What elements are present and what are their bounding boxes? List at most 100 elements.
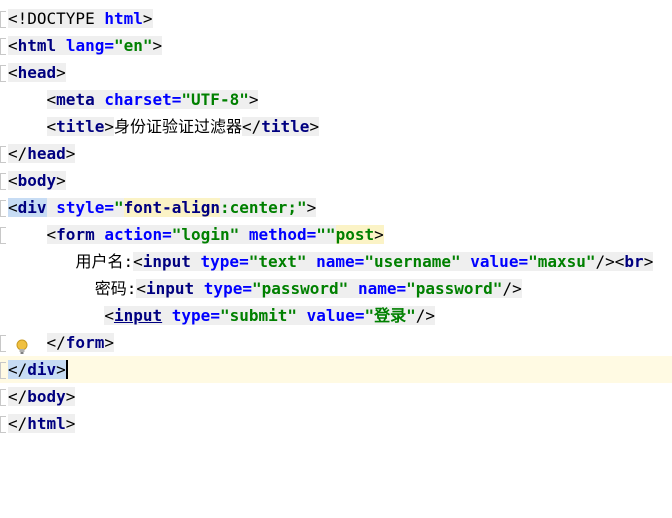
attribute-name: lang= xyxy=(65,36,114,55)
bracket: > xyxy=(374,225,384,244)
fold-marker-icon[interactable] xyxy=(0,11,6,28)
text-cursor xyxy=(65,360,68,379)
bracket: > xyxy=(152,36,163,55)
code-line-11[interactable]: 密码:<input type="password" name="password… xyxy=(0,275,672,302)
tag-name: title xyxy=(56,117,105,136)
lightbulb-icon[interactable] xyxy=(16,339,28,355)
stray-text: post xyxy=(335,225,375,244)
fold-marker-icon[interactable] xyxy=(0,38,6,55)
attribute-value: "password" xyxy=(406,279,503,298)
css-value: :center; xyxy=(219,198,298,217)
tag-name: div xyxy=(27,360,57,379)
code-line-12[interactable]: <input type="submit" value="登录"/> xyxy=(0,302,672,329)
tag-name: title xyxy=(261,117,310,136)
tag-name: meta xyxy=(56,90,95,109)
bracket: > xyxy=(56,171,66,190)
bracket: /> xyxy=(595,252,615,271)
attribute-name: action= xyxy=(104,225,172,244)
tag-name: input xyxy=(145,279,195,298)
code-line-3[interactable]: <head> xyxy=(0,59,672,86)
code-line-14[interactable]: </div> xyxy=(0,356,672,383)
attribute-value: "password" xyxy=(251,279,349,298)
bracket: > xyxy=(309,117,320,136)
quote: " xyxy=(113,198,124,217)
code-line-1[interactable]: <!DOCTYPE html> xyxy=(0,5,672,32)
tag-name: body xyxy=(17,171,57,190)
attribute-name: type= xyxy=(203,279,252,298)
bracket: < xyxy=(136,279,146,298)
code-line-7[interactable]: <body> xyxy=(0,167,672,194)
tag-name: head xyxy=(17,63,57,82)
bracket: </ xyxy=(8,144,28,163)
attribute-value: "UTF-8" xyxy=(181,90,249,109)
fold-marker-icon[interactable] xyxy=(0,227,6,244)
bracket: < xyxy=(8,171,18,190)
fold-marker-icon[interactable] xyxy=(0,416,6,433)
tag-name: div xyxy=(17,198,47,217)
bracket: < xyxy=(8,63,18,82)
bracket: </ xyxy=(8,360,28,379)
fold-marker-icon[interactable] xyxy=(0,389,6,406)
attribute-value: "en" xyxy=(113,36,153,55)
bracket: < xyxy=(46,225,57,244)
code-line-6[interactable]: </head> xyxy=(0,140,672,167)
code-line-9[interactable]: <form action="login" method=""post> xyxy=(0,221,672,248)
bracket: > xyxy=(65,144,76,163)
code-line-5[interactable]: <title>身份证验证过滤器</title> xyxy=(0,113,672,140)
attribute-name: method= xyxy=(248,225,317,244)
fold-marker-icon[interactable] xyxy=(0,65,6,82)
code-line-2[interactable]: <html lang="en"> xyxy=(0,32,672,59)
fold-marker-icon[interactable] xyxy=(0,335,6,352)
bracket: < xyxy=(8,198,18,217)
tag-name: input xyxy=(142,252,191,271)
css-property: font-align xyxy=(123,198,220,217)
attribute-value: "username" xyxy=(364,252,461,271)
bracket: < xyxy=(8,36,18,55)
tag-name: html xyxy=(17,36,57,55)
bracket: /> xyxy=(415,306,435,325)
code-line-8[interactable]: <div style="font-align:center;"> xyxy=(0,194,672,221)
attribute-name: name= xyxy=(357,279,407,298)
attribute-name: value= xyxy=(306,306,365,325)
attribute-value: "maxsu" xyxy=(528,252,596,271)
tag-name: input xyxy=(113,306,163,325)
bracket: < xyxy=(46,117,57,136)
bracket: <! xyxy=(8,9,28,28)
code-line-16[interactable]: </html> xyxy=(0,410,672,437)
bracket: /> xyxy=(502,279,522,298)
doctype-value: html xyxy=(104,9,143,28)
attribute-value: "登录" xyxy=(364,306,416,325)
bracket: > xyxy=(56,63,66,82)
tag-name: html xyxy=(27,414,66,433)
bracket: > xyxy=(248,90,259,109)
attribute-name: type= xyxy=(200,252,249,271)
code-editor[interactable]: <!DOCTYPE html> <html lang="en"> <head> … xyxy=(0,0,672,450)
fold-marker-icon[interactable] xyxy=(0,200,6,217)
fold-marker-icon[interactable] xyxy=(0,173,6,190)
attribute-name: value= xyxy=(470,252,529,271)
bracket: </ xyxy=(8,414,28,433)
code-line-13[interactable]: </form> xyxy=(0,329,672,356)
attribute-value: "submit" xyxy=(219,306,298,325)
bracket: > xyxy=(65,414,76,433)
fold-marker-icon[interactable] xyxy=(0,146,6,163)
code-line-10[interactable]: 用户名:<input type="text" name="username" v… xyxy=(0,248,672,275)
tag-name: body xyxy=(27,387,66,406)
tag-name: head xyxy=(27,144,66,163)
attribute-name: charset= xyxy=(104,90,182,109)
title-text: 身份证验证过滤器 xyxy=(113,117,242,136)
attribute-value: "login" xyxy=(171,225,240,244)
bracket: > xyxy=(142,9,153,28)
bracket: > xyxy=(56,360,66,379)
code-line-15[interactable]: </body> xyxy=(0,383,672,410)
code-line-4[interactable]: <meta charset="UTF-8"> xyxy=(0,86,672,113)
bracket: > xyxy=(104,333,114,352)
label-text: 密码: xyxy=(94,279,137,298)
tag-name: br xyxy=(624,252,644,271)
attribute-value: "" xyxy=(316,225,336,244)
tag-name: form xyxy=(56,225,95,244)
bracket: </ xyxy=(8,387,28,406)
bracket: > xyxy=(306,198,317,217)
attribute-value: "text" xyxy=(248,252,307,271)
fold-marker-icon[interactable] xyxy=(0,362,6,379)
